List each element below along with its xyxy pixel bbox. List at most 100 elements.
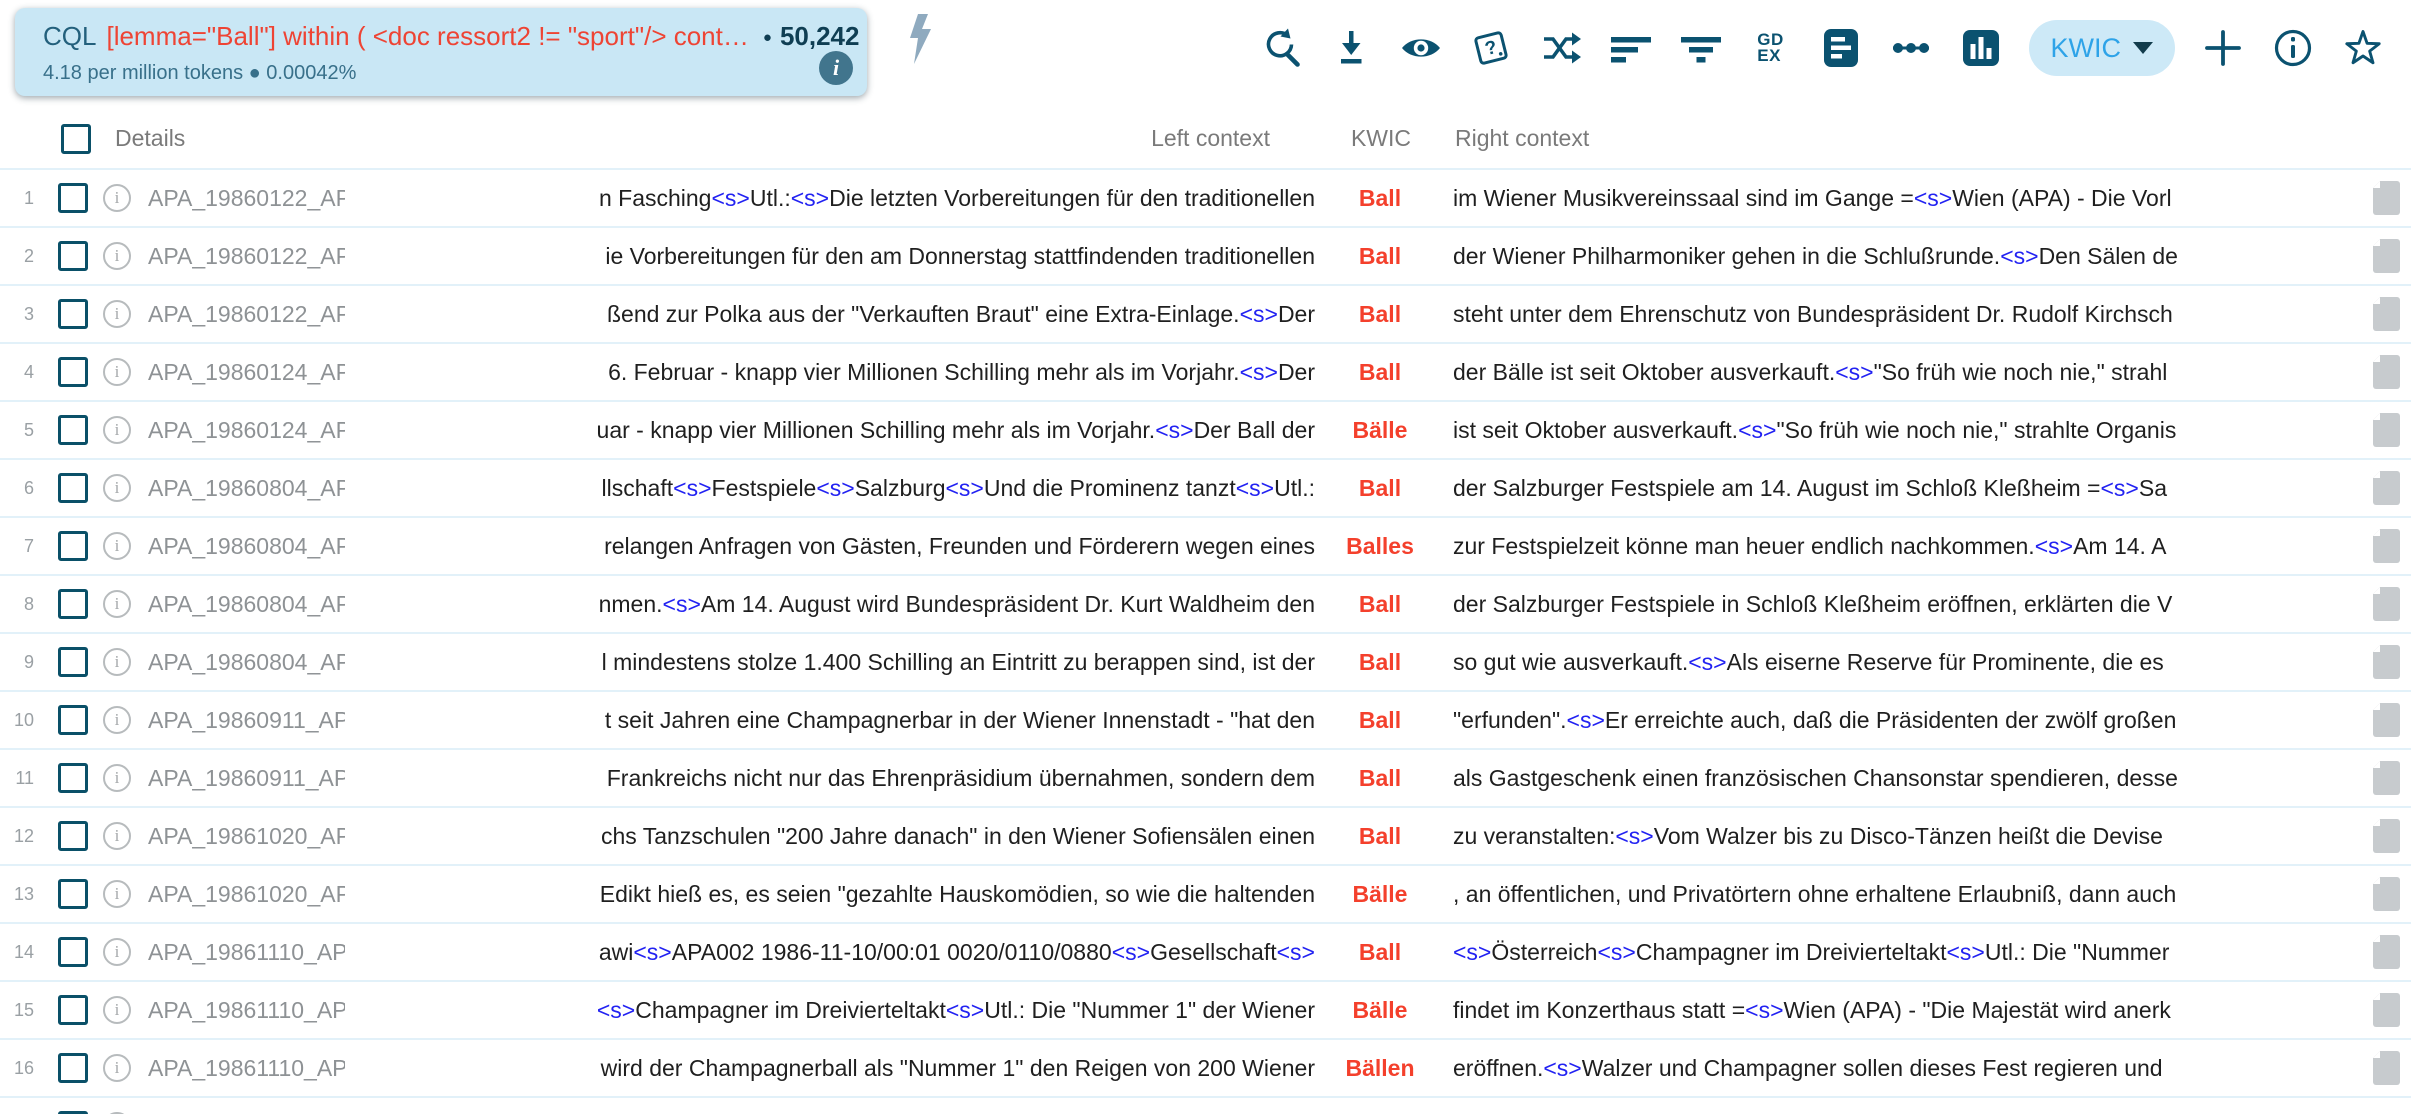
view-options-icon[interactable] bbox=[1819, 26, 1863, 70]
row-info-icon[interactable]: i bbox=[103, 184, 131, 212]
add-icon[interactable] bbox=[2201, 26, 2245, 70]
kwic-word[interactable]: Ball bbox=[1315, 243, 1445, 270]
row-info-icon[interactable]: i bbox=[103, 1054, 131, 1082]
shuffle-icon[interactable] bbox=[1539, 26, 1583, 70]
more-options-icon[interactable] bbox=[1889, 26, 1933, 70]
doc-name[interactable]: APA_19860122_AP... bbox=[140, 185, 345, 212]
row-checkbox[interactable] bbox=[58, 415, 88, 445]
copy-line-icon[interactable] bbox=[2361, 179, 2411, 217]
copy-line-icon[interactable] bbox=[2361, 585, 2411, 623]
kwic-word[interactable]: Ball bbox=[1315, 301, 1445, 328]
sort-icon[interactable] bbox=[1609, 26, 1653, 70]
doc-name[interactable]: APA_19860804_AP... bbox=[140, 591, 345, 618]
row-checkbox[interactable] bbox=[58, 763, 88, 793]
kwic-word[interactable]: Bälle bbox=[1315, 881, 1445, 908]
kwic-word[interactable]: Ball bbox=[1315, 475, 1445, 502]
doc-name[interactable]: APA_19860122_AP... bbox=[140, 243, 345, 270]
doc-name[interactable]: APA_19861020_AP... bbox=[140, 881, 345, 908]
row-info-icon[interactable]: i bbox=[103, 242, 131, 270]
row-info-icon[interactable]: i bbox=[103, 300, 131, 328]
row-info-icon[interactable]: i bbox=[103, 764, 131, 792]
query-summary-card[interactable]: CQL[lemma="Ball"] within ( <doc ressort2… bbox=[15, 8, 867, 96]
kwic-word[interactable]: Ball bbox=[1315, 359, 1445, 386]
row-checkbox[interactable] bbox=[58, 299, 88, 329]
row-checkbox[interactable] bbox=[58, 937, 88, 967]
row-info-icon[interactable]: i bbox=[103, 996, 131, 1024]
filter-icon[interactable] bbox=[1679, 26, 1723, 70]
kwic-word[interactable]: Bällen bbox=[1315, 1055, 1445, 1082]
eye-icon[interactable] bbox=[1399, 26, 1443, 70]
kwic-view-switcher[interactable]: KWIC bbox=[2029, 20, 2176, 76]
doc-name[interactable]: APA_19860804_AP... bbox=[140, 649, 345, 676]
download-icon[interactable] bbox=[1329, 26, 1373, 70]
kwic-word[interactable]: Bälle bbox=[1315, 417, 1445, 444]
copy-line-icon[interactable] bbox=[2361, 527, 2411, 565]
doc-name[interactable]: APA_19860124_AP... bbox=[140, 359, 345, 386]
favorite-star-icon[interactable] bbox=[2341, 26, 2385, 70]
doc-name[interactable]: APA_19860911_AP... bbox=[140, 707, 345, 734]
copy-line-icon[interactable] bbox=[2361, 701, 2411, 739]
row-info-icon[interactable]: i bbox=[103, 474, 131, 502]
doc-name[interactable]: APA_19861110_AP... bbox=[140, 1055, 345, 1082]
kwic-word[interactable]: Ball bbox=[1315, 823, 1445, 850]
copy-line-icon[interactable] bbox=[2361, 469, 2411, 507]
kwic-word[interactable]: Ball bbox=[1315, 185, 1445, 212]
row-checkbox[interactable] bbox=[58, 821, 88, 851]
copy-line-icon[interactable] bbox=[2361, 759, 2411, 797]
row-info-icon[interactable]: i bbox=[103, 648, 131, 676]
kwic-word[interactable]: Ball bbox=[1315, 707, 1445, 734]
row-checkbox[interactable] bbox=[58, 241, 88, 271]
copy-line-icon[interactable] bbox=[2361, 817, 2411, 855]
row-info-icon[interactable]: i bbox=[103, 590, 131, 618]
row-checkbox[interactable] bbox=[58, 357, 88, 387]
kwic-word[interactable]: Ball bbox=[1315, 939, 1445, 966]
doc-name[interactable]: APA_19860122_AP... bbox=[140, 301, 345, 328]
doc-name[interactable]: APA_19860804_AP... bbox=[140, 533, 345, 560]
copy-line-icon[interactable] bbox=[2361, 933, 2411, 971]
kwic-word[interactable]: Bälle bbox=[1315, 997, 1445, 1024]
copy-line-icon[interactable] bbox=[2361, 1049, 2411, 1087]
doc-name[interactable]: APA_19861110_AP... bbox=[140, 939, 345, 966]
query-info-button[interactable]: i bbox=[819, 51, 853, 85]
doc-name[interactable]: APA_19860911_AP... bbox=[140, 765, 345, 792]
copy-line-icon[interactable] bbox=[2361, 875, 2411, 913]
row-checkbox[interactable] bbox=[58, 1053, 88, 1083]
row-info-icon[interactable]: i bbox=[103, 358, 131, 386]
doc-name[interactable]: APA_19861020_AP... bbox=[140, 823, 345, 850]
row-info-icon[interactable]: i bbox=[103, 938, 131, 966]
doc-name[interactable]: APA_19861110_AP... bbox=[140, 997, 345, 1024]
copy-line-icon[interactable] bbox=[2361, 237, 2411, 275]
row-info-icon[interactable]: i bbox=[103, 880, 131, 908]
row-checkbox[interactable] bbox=[58, 531, 88, 561]
kwic-word[interactable]: Balles bbox=[1315, 533, 1445, 560]
search-again-icon[interactable] bbox=[1259, 26, 1303, 70]
kwic-word[interactable]: Ball bbox=[1315, 591, 1445, 618]
lightning-icon[interactable] bbox=[905, 14, 941, 64]
row-checkbox[interactable] bbox=[58, 647, 88, 677]
info-icon[interactable] bbox=[2271, 26, 2315, 70]
kwic-word[interactable]: Ball bbox=[1315, 765, 1445, 792]
doc-name[interactable]: APA_19860804_AP... bbox=[140, 475, 345, 502]
row-checkbox[interactable] bbox=[58, 995, 88, 1025]
select-all-checkbox[interactable] bbox=[61, 124, 91, 154]
random-sample-icon[interactable]: ? bbox=[1469, 26, 1513, 70]
row-checkbox[interactable] bbox=[58, 183, 88, 213]
kwic-word[interactable]: Ball bbox=[1315, 649, 1445, 676]
row-checkbox[interactable] bbox=[58, 879, 88, 909]
row-info-icon[interactable]: i bbox=[103, 416, 131, 444]
copy-line-icon[interactable] bbox=[2361, 991, 2411, 1029]
row-info-icon[interactable]: i bbox=[103, 706, 131, 734]
copy-line-icon[interactable] bbox=[2361, 1107, 2411, 1114]
gdex-icon[interactable]: GD EX bbox=[1749, 26, 1793, 70]
copy-line-icon[interactable] bbox=[2361, 353, 2411, 391]
row-checkbox[interactable] bbox=[58, 473, 88, 503]
copy-line-icon[interactable] bbox=[2361, 411, 2411, 449]
copy-line-icon[interactable] bbox=[2361, 295, 2411, 333]
row-info-icon[interactable]: i bbox=[103, 822, 131, 850]
row-checkbox[interactable] bbox=[58, 589, 88, 619]
frequency-chart-icon[interactable] bbox=[1959, 26, 2003, 70]
row-checkbox[interactable] bbox=[58, 705, 88, 735]
row-info-icon[interactable]: i bbox=[103, 532, 131, 560]
doc-name[interactable]: APA_19860124_AP... bbox=[140, 417, 345, 444]
copy-line-icon[interactable] bbox=[2361, 643, 2411, 681]
